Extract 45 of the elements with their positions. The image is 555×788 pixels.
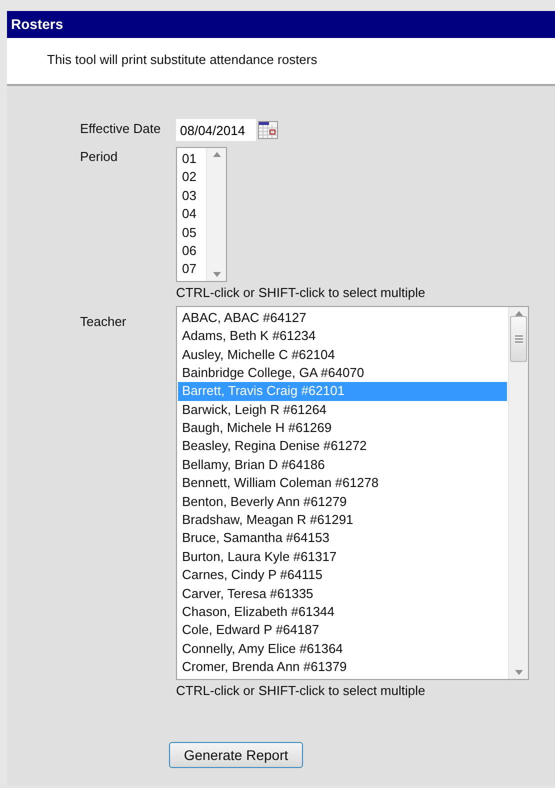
list-box[interactable]: 01 02 03 04 05 06 07 — [176, 147, 227, 282]
list-option[interactable]: Carnes, Cindy P #64115 — [178, 566, 507, 585]
list-option[interactable]: Bruce, Samantha #64153 — [178, 529, 507, 548]
date-field[interactable]: 08/04/2014 — [176, 119, 256, 141]
list-option[interactable]: Bellamy, Brian D #64186 — [178, 456, 507, 474]
list-option[interactable]: 07 — [178, 260, 205, 279]
list-option[interactable]: Chason, Elizabeth #61344 — [178, 602, 507, 622]
scrollbar[interactable] — [508, 306, 528, 679]
hint-text: CTRL-click or SHIFT-click to select multiple — [176, 284, 426, 300]
list-option[interactable]: Connelly, Amy Elice #61364 — [178, 640, 507, 658]
list-option[interactable]: Ausley, Michelle C #62104 — [178, 346, 507, 364]
list-option[interactable]: Bradshaw, Meagan R #61291 — [178, 511, 507, 530]
field-label: Effective Date — [80, 120, 162, 136]
calendar-icon[interactable] — [258, 121, 278, 139]
scroll-down-arrow-icon[interactable] — [514, 670, 522, 675]
hint-text: CTRL-click or SHIFT-click to select multiple — [176, 682, 426, 698]
field-label: Period — [80, 148, 119, 164]
list-option[interactable]: Beasley, Regina Denise #61272 — [178, 437, 507, 456]
list-option[interactable]: Cromer, Brenda Ann #61379 — [178, 658, 507, 677]
field-label: Teacher — [80, 312, 128, 329]
list-option[interactable]: 03 — [178, 186, 205, 206]
list-option[interactable]: Cole, Edward P #64187 — [178, 621, 507, 640]
list-option[interactable]: Burton, Laura Kyle #61317 — [178, 548, 507, 566]
list-option[interactable]: Benton, Beverly Ann #61279 — [178, 492, 507, 512]
list-option[interactable]: Adams, Beth K #61234 — [178, 327, 507, 346]
list-option[interactable]: 06 — [178, 242, 205, 260]
list-option[interactable]: Bennett, William Coleman #61278 — [178, 474, 507, 493]
list-box[interactable] — [176, 306, 529, 680]
list-option[interactable]: 05 — [178, 224, 205, 242]
scrollbar[interactable] — [206, 148, 226, 281]
scroll-thumb[interactable] — [510, 316, 527, 362]
scroll-up-arrow-icon[interactable] — [212, 152, 220, 157]
page-title: Rosters — [7, 11, 555, 38]
list-option[interactable]: 02 — [178, 168, 205, 187]
list-option[interactable]: Bainbridge College, GA #64070 — [178, 364, 507, 382]
scroll-down-arrow-icon[interactable] — [212, 272, 220, 277]
scroll-up-arrow-icon[interactable] — [514, 310, 522, 316]
list-option[interactable]: Carver, Teresa #61335 — [178, 584, 507, 603]
list-option[interactable]: ABAC, ABAC #64127 — [178, 308, 507, 328]
description-text: This tool will print substitute attendance rosters — [47, 52, 318, 67]
list-option[interactable]: 01 — [178, 150, 205, 168]
generate-report-button[interactable]: Generate Report — [169, 742, 303, 768]
list-option[interactable]: 04 — [178, 205, 205, 224]
list-option[interactable]: Barwick, Leigh R #61264 — [178, 400, 507, 420]
list-option[interactable]: Baugh, Michele H #61269 — [178, 419, 507, 438]
